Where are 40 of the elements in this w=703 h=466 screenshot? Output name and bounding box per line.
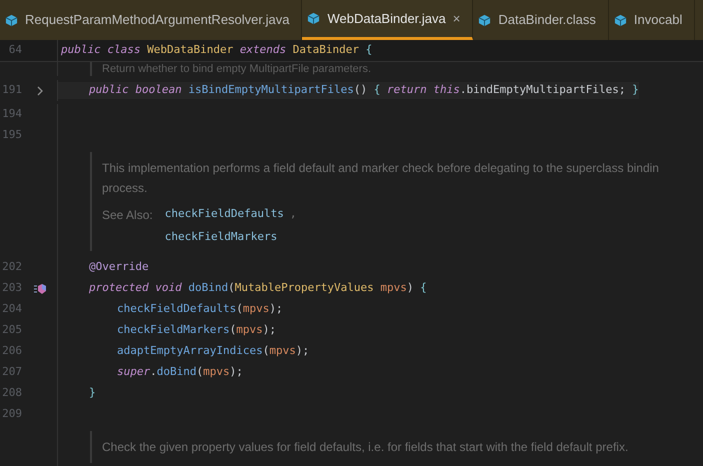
chevron-right-icon[interactable]	[36, 86, 44, 96]
code-line: protected void doBind(MutablePropertyValues mpvs) {	[88, 280, 427, 296]
code-line: checkFieldDefaults(mpvs);	[116, 301, 283, 318]
doc-comment: process.	[102, 180, 148, 197]
code-line: }	[88, 385, 96, 402]
cube-icon	[614, 14, 627, 26]
line-number: 203	[1, 280, 22, 296]
doc-link[interactable]: checkFieldMarkers	[164, 228, 278, 245]
code-line: public class WebDataBinder extends DataBinder {	[60, 42, 372, 58]
cube-icon	[307, 12, 320, 25]
code-line: @Override	[88, 259, 149, 276]
cube-icon	[478, 14, 492, 26]
line-number: 206	[1, 343, 22, 360]
doc-link[interactable]: checkFieldDefaults	[164, 206, 284, 222]
line-number: 191	[1, 82, 22, 98]
line-number: 209	[1, 406, 22, 422]
line-number: 202	[1, 259, 22, 276]
override-icon[interactable]	[32, 282, 46, 294]
tab-label: Invocabl	[634, 11, 682, 30]
cube-icon	[5, 14, 18, 26]
tab-label: RequestParamMethodArgumentResolver.java	[25, 11, 290, 30]
see-also-label: See Also:	[102, 207, 153, 224]
doc-comment: This implementation performs a field default and marker check before delegating to the superclass bindin	[102, 160, 659, 177]
line-number: 208	[1, 385, 22, 402]
close-icon[interactable]: ×	[452, 8, 460, 28]
doc-comment: Return whether to bind empty MultipartFile parameters.	[90, 62, 372, 76]
tab-label: DataBinder.class	[498, 11, 596, 30]
line-number: 64	[8, 42, 22, 58]
line-number: 194	[1, 106, 22, 122]
doc-comment: Check the given property values for field defaults, i.e. for fields that start with the field default prefix.	[102, 439, 628, 456]
code-line: checkFieldMarkers(mpvs);	[116, 322, 276, 338]
line-number: 195	[1, 127, 22, 144]
line-number: 207	[1, 364, 22, 380]
tab-label: WebDataBinder.java	[327, 10, 446, 28]
line-number: 204	[1, 301, 22, 318]
editor-tab[interactable]: WebDataBinder.java ×	[302, 0, 474, 40]
line-number: 205	[1, 322, 22, 338]
code-line: adaptEmptyArrayIndices(mpvs);	[116, 343, 310, 360]
code-line: super.doBind(mpvs);	[116, 364, 243, 380]
separator-text: ,	[290, 206, 297, 222]
